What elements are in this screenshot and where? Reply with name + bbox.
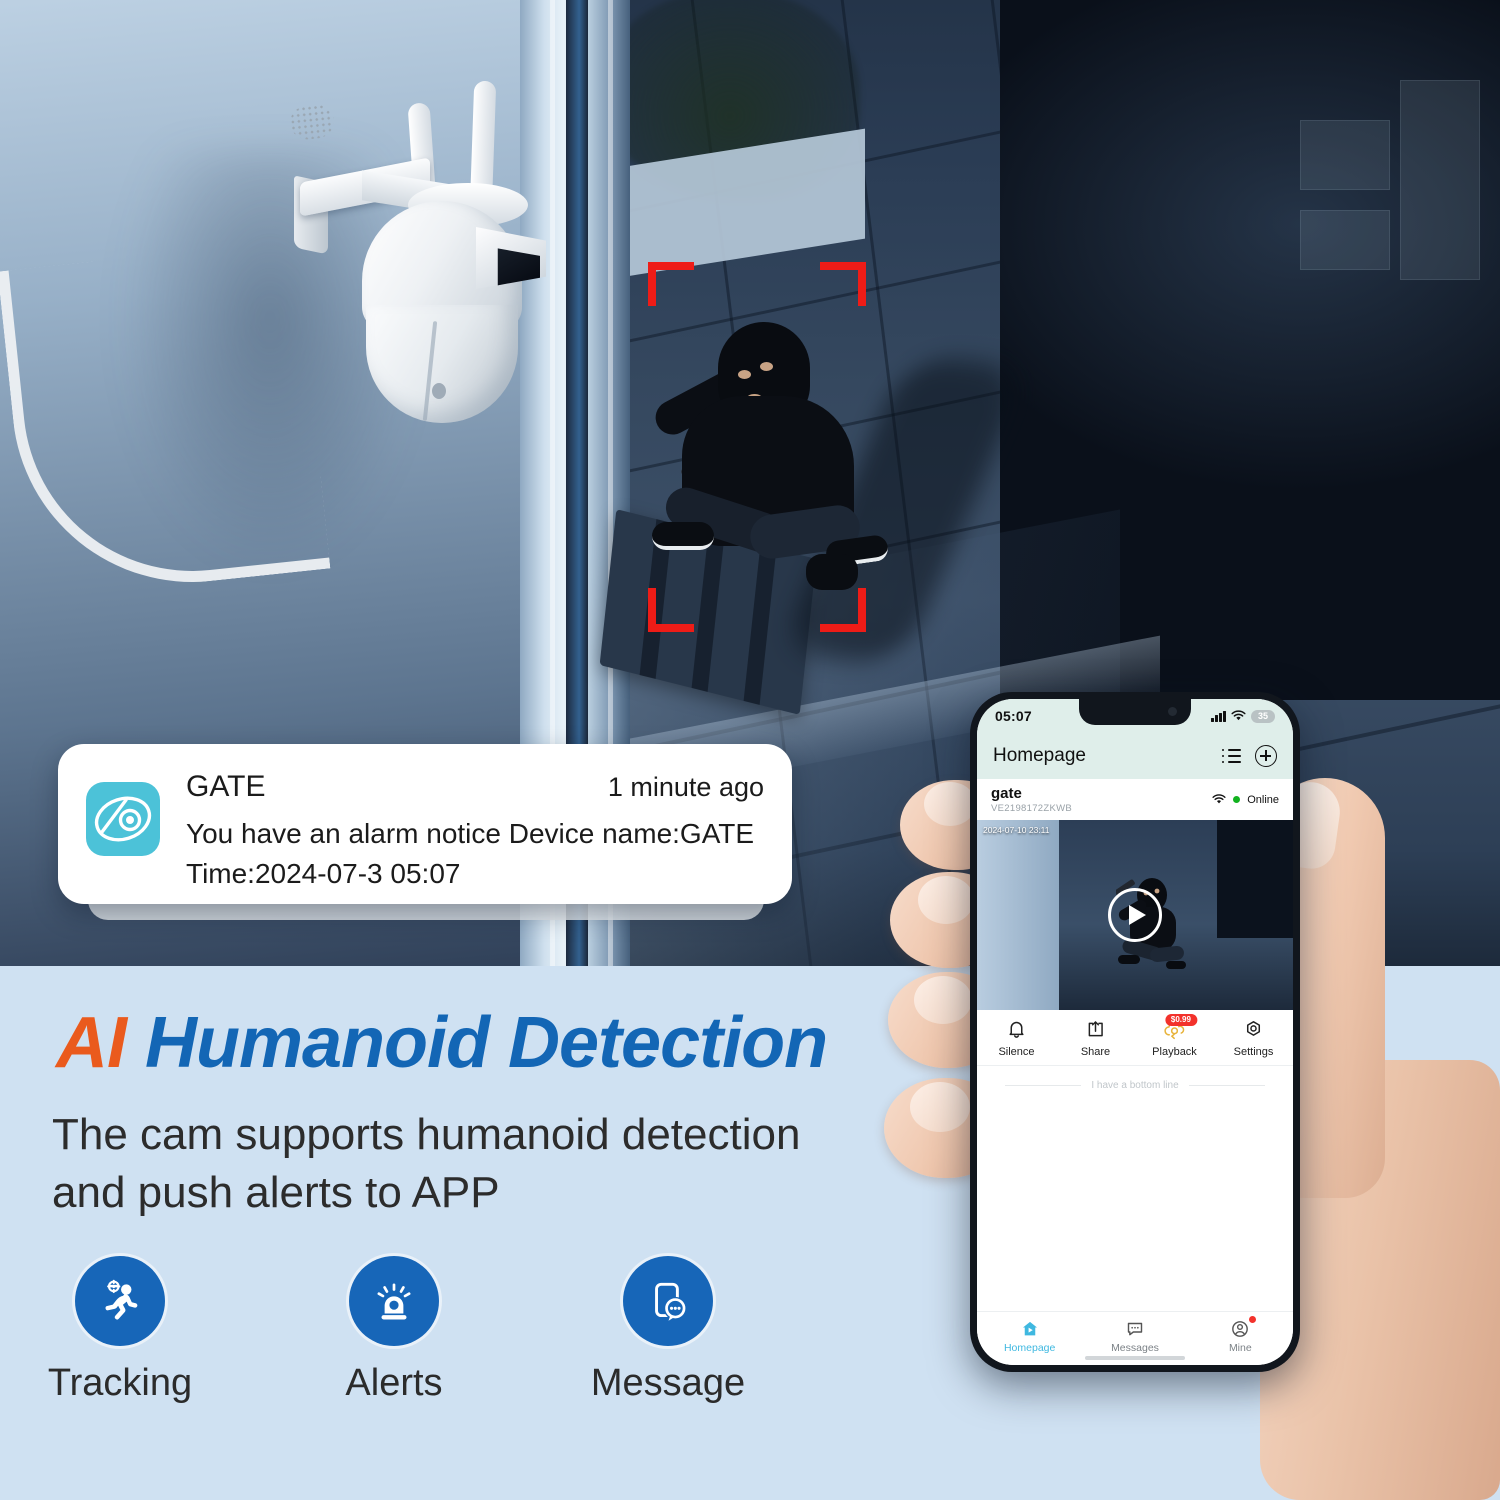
notification-timestamp: 1 minute ago	[607, 772, 764, 802]
page-title: AI Humanoid Detection	[56, 1002, 828, 1084]
detection-bracket-top-left	[648, 262, 694, 306]
eye-lens-app-icon	[86, 782, 160, 856]
list-view-icon[interactable]	[1222, 749, 1241, 764]
bottom-line-text: I have a bottom line	[1091, 1079, 1179, 1091]
phone-screen[interactable]: 05:07 35 Homepage gate VE2198172ZKWB Onl…	[977, 699, 1293, 1365]
feature-label: Message	[590, 1362, 746, 1404]
playback-price-badge: $0.99	[1164, 1013, 1197, 1026]
feature-message: Message	[588, 1256, 748, 1405]
wifi-icon	[1212, 794, 1226, 804]
smartphone: 05:07 35 Homepage gate VE2198172ZKWB Onl…	[970, 692, 1300, 1372]
battery-indicator: 35	[1251, 709, 1275, 723]
video-preview[interactable]: 2024-07-10 23:11	[977, 819, 1293, 1010]
home-icon	[977, 1318, 1082, 1340]
device-status: Online	[1247, 793, 1279, 806]
subtitle-line2: and push alerts to APP	[52, 1168, 500, 1218]
speaker-grille	[288, 102, 336, 142]
detection-bracket-bottom-right	[820, 588, 866, 632]
online-status-dot	[1233, 796, 1241, 804]
wifi-icon	[1231, 710, 1246, 721]
feature-label: Tracking	[47, 1362, 193, 1404]
siren-alert-icon	[349, 1256, 439, 1346]
subtitle-line1: The cam supports humanoid detection	[52, 1110, 801, 1159]
device-action-row: Silence Share $0.99 Playback Settings	[977, 1009, 1293, 1066]
device-name: gate	[991, 785, 1022, 802]
notification-title: GATE	[186, 770, 266, 803]
tab-label: Messages	[1111, 1342, 1159, 1354]
feature-tracking: Tracking	[40, 1256, 200, 1405]
device-card[interactable]: gate VE2198172ZKWB Online 2024-07-10 23:…	[977, 779, 1293, 1066]
message-bubble-icon	[1082, 1318, 1187, 1340]
phone-message-icon	[623, 1256, 713, 1346]
notification-message-line1: You have an alarm notice Device name:GAT…	[186, 818, 755, 849]
intruder-figure	[640, 300, 1032, 666]
content-filler	[977, 1090, 1293, 1311]
phone-notch	[1079, 699, 1191, 725]
tab-label: Mine	[1228, 1342, 1252, 1354]
notification-dot	[1248, 1316, 1256, 1323]
device-id: VE2198172ZKWB	[991, 802, 1072, 814]
pir-sensor	[432, 383, 446, 399]
headline-main: Humanoid Detection	[145, 1003, 828, 1083]
promo-subtitle: The cam supports humanoid detection and …	[52, 1106, 882, 1222]
status-bar-time: 05:07	[995, 708, 1032, 724]
feature-label: Alerts	[345, 1362, 443, 1404]
list-end-marker: I have a bottom line	[977, 1066, 1293, 1091]
action-label: Silence	[998, 1045, 1035, 1058]
camera-dome	[366, 305, 518, 423]
running-person-tracking-icon	[75, 1256, 165, 1346]
tab-label: Homepage	[1003, 1342, 1056, 1354]
security-camera-device	[0, 80, 590, 600]
share-icon	[1056, 1018, 1135, 1042]
action-share[interactable]: Share	[1056, 1018, 1135, 1058]
front-camera	[1168, 707, 1177, 716]
page-title: Homepage	[993, 745, 1086, 766]
settings-gear-icon	[1214, 1018, 1293, 1042]
bell-silence-icon	[977, 1018, 1056, 1042]
notification-message-line2: Time:2024-07-3 05:07	[186, 857, 461, 889]
action-settings[interactable]: Settings	[1214, 1018, 1293, 1058]
video-timestamp: 2024-07-10 23:11	[983, 824, 1050, 835]
action-label: Playback	[1152, 1045, 1197, 1058]
add-circle-icon[interactable]	[1255, 745, 1277, 767]
home-indicator	[1085, 1356, 1185, 1360]
cellular-signal-icon	[1211, 710, 1226, 722]
play-button-icon[interactable]	[1108, 887, 1162, 942]
action-label: Settings	[1233, 1045, 1274, 1058]
feature-alerts: Alerts	[314, 1256, 474, 1405]
headline-accent: AI	[56, 1003, 127, 1083]
tab-mine[interactable]: Mine	[1188, 1312, 1293, 1365]
app-header: Homepage	[977, 733, 1293, 779]
detection-bracket-bottom-left	[648, 588, 694, 632]
action-playback[interactable]: $0.99 Playback	[1135, 1013, 1214, 1058]
user-profile-icon	[1188, 1318, 1293, 1340]
feature-list: Tracking Alerts Message	[40, 1256, 748, 1405]
detection-bracket-top-right	[820, 262, 866, 306]
action-silence[interactable]: Silence	[977, 1018, 1056, 1058]
tab-homepage[interactable]: Homepage	[977, 1312, 1082, 1365]
action-label: Share	[1080, 1045, 1111, 1058]
alarm-notification-card[interactable]: GATE 1 minute ago You have an alarm noti…	[58, 744, 792, 904]
